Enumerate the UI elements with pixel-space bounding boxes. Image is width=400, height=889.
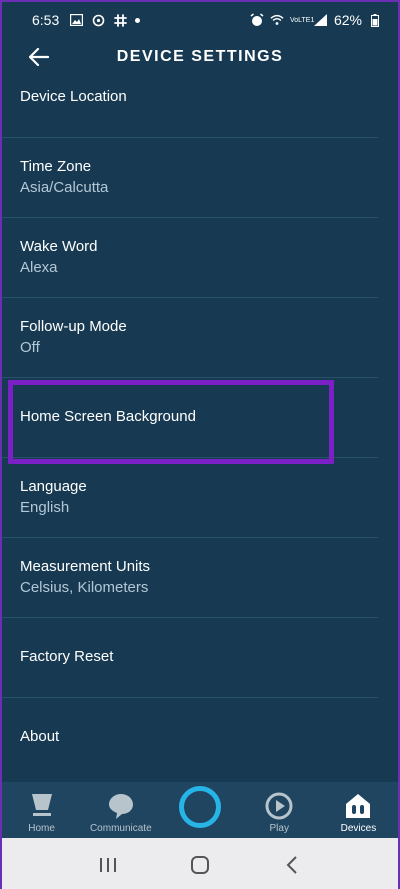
setting-wake-word[interactable]: Wake Word Alexa	[2, 218, 378, 298]
home-square-icon	[191, 855, 209, 874]
nav-label: Play	[269, 823, 289, 834]
setting-value: Asia/Calcutta	[20, 179, 109, 196]
setting-label: Device Location	[20, 88, 127, 105]
nav-play[interactable]: Play	[240, 792, 319, 834]
battery-percent: 62%	[333, 12, 362, 28]
more-notifications-icon	[135, 17, 141, 23]
setting-language[interactable]: Language English	[2, 458, 378, 538]
gallery-icon	[69, 13, 83, 27]
back-button[interactable]	[26, 44, 52, 70]
play-icon	[265, 792, 293, 820]
setting-home-screen-background[interactable]: Home Screen Background	[2, 378, 378, 458]
setting-factory-reset[interactable]: Factory Reset	[2, 618, 378, 698]
nav-alexa[interactable]	[160, 786, 239, 834]
bottom-nav: Home Communicate Play Devices	[2, 782, 398, 838]
sync-icon	[91, 13, 105, 27]
status-time: 6:53	[32, 12, 60, 28]
page-title: DEVICE SETTINGS	[116, 48, 284, 65]
speech-bubble-icon	[108, 794, 133, 819]
battery-icon	[368, 13, 382, 27]
setting-measurement-units[interactable]: Measurement Units Celsius, Kilometers	[2, 538, 378, 618]
nav-label: Home	[28, 823, 55, 834]
notification-icons	[69, 13, 141, 27]
wifi-icon	[270, 13, 284, 27]
home-button[interactable]	[185, 850, 215, 880]
signal-icon	[314, 13, 328, 27]
setting-follow-up-mode[interactable]: Follow-up Mode Off	[2, 298, 378, 378]
chevron-left-icon	[286, 855, 297, 874]
setting-value: Off	[20, 339, 40, 356]
setting-device-location[interactable]: Device Location	[2, 76, 378, 138]
setting-time-zone[interactable]: Time Zone Asia/Calcutta	[2, 138, 378, 218]
setting-label: Factory Reset	[20, 648, 114, 665]
setting-label: Time Zone	[20, 158, 92, 175]
system-back-button[interactable]	[277, 850, 307, 880]
home-icon	[31, 794, 52, 816]
setting-label: Language	[20, 478, 87, 495]
setting-value: Alexa	[20, 259, 58, 276]
setting-label: About	[20, 728, 60, 745]
nav-communicate[interactable]: Communicate	[81, 792, 160, 834]
network-label: VoLTE1	[289, 16, 315, 24]
android-nav-bar	[2, 838, 398, 889]
slack-icon	[113, 13, 127, 27]
alarm-icon	[250, 13, 264, 27]
screen: 6:53 VoLTE1 62% DEVICE SETTINGS Device L…	[0, 0, 400, 889]
status-right: VoLTE1 62%	[250, 12, 382, 28]
setting-label: Measurement Units	[20, 558, 151, 575]
devices-icon	[346, 794, 371, 818]
setting-label: Home Screen Background	[20, 408, 196, 425]
status-bar: 6:53 VoLTE1 62%	[2, 2, 398, 38]
header: DEVICE SETTINGS	[2, 38, 398, 76]
nav-home[interactable]: Home	[2, 792, 81, 834]
nav-devices[interactable]: Devices	[319, 792, 398, 834]
setting-value: Celsius, Kilometers	[20, 579, 149, 596]
settings-list: Device Location Time Zone Asia/Calcutta …	[2, 76, 398, 780]
back-arrow-icon	[29, 48, 49, 66]
setting-value: English	[20, 499, 70, 516]
setting-label: Wake Word	[20, 238, 98, 255]
nav-label: Communicate	[89, 823, 152, 834]
recent-apps-button[interactable]	[93, 850, 123, 880]
alexa-ring-icon	[179, 786, 221, 828]
recent-apps-icon	[100, 857, 116, 872]
nav-label: Devices	[340, 823, 377, 834]
setting-about[interactable]: About	[2, 698, 378, 780]
setting-label: Follow-up Mode	[20, 318, 127, 335]
